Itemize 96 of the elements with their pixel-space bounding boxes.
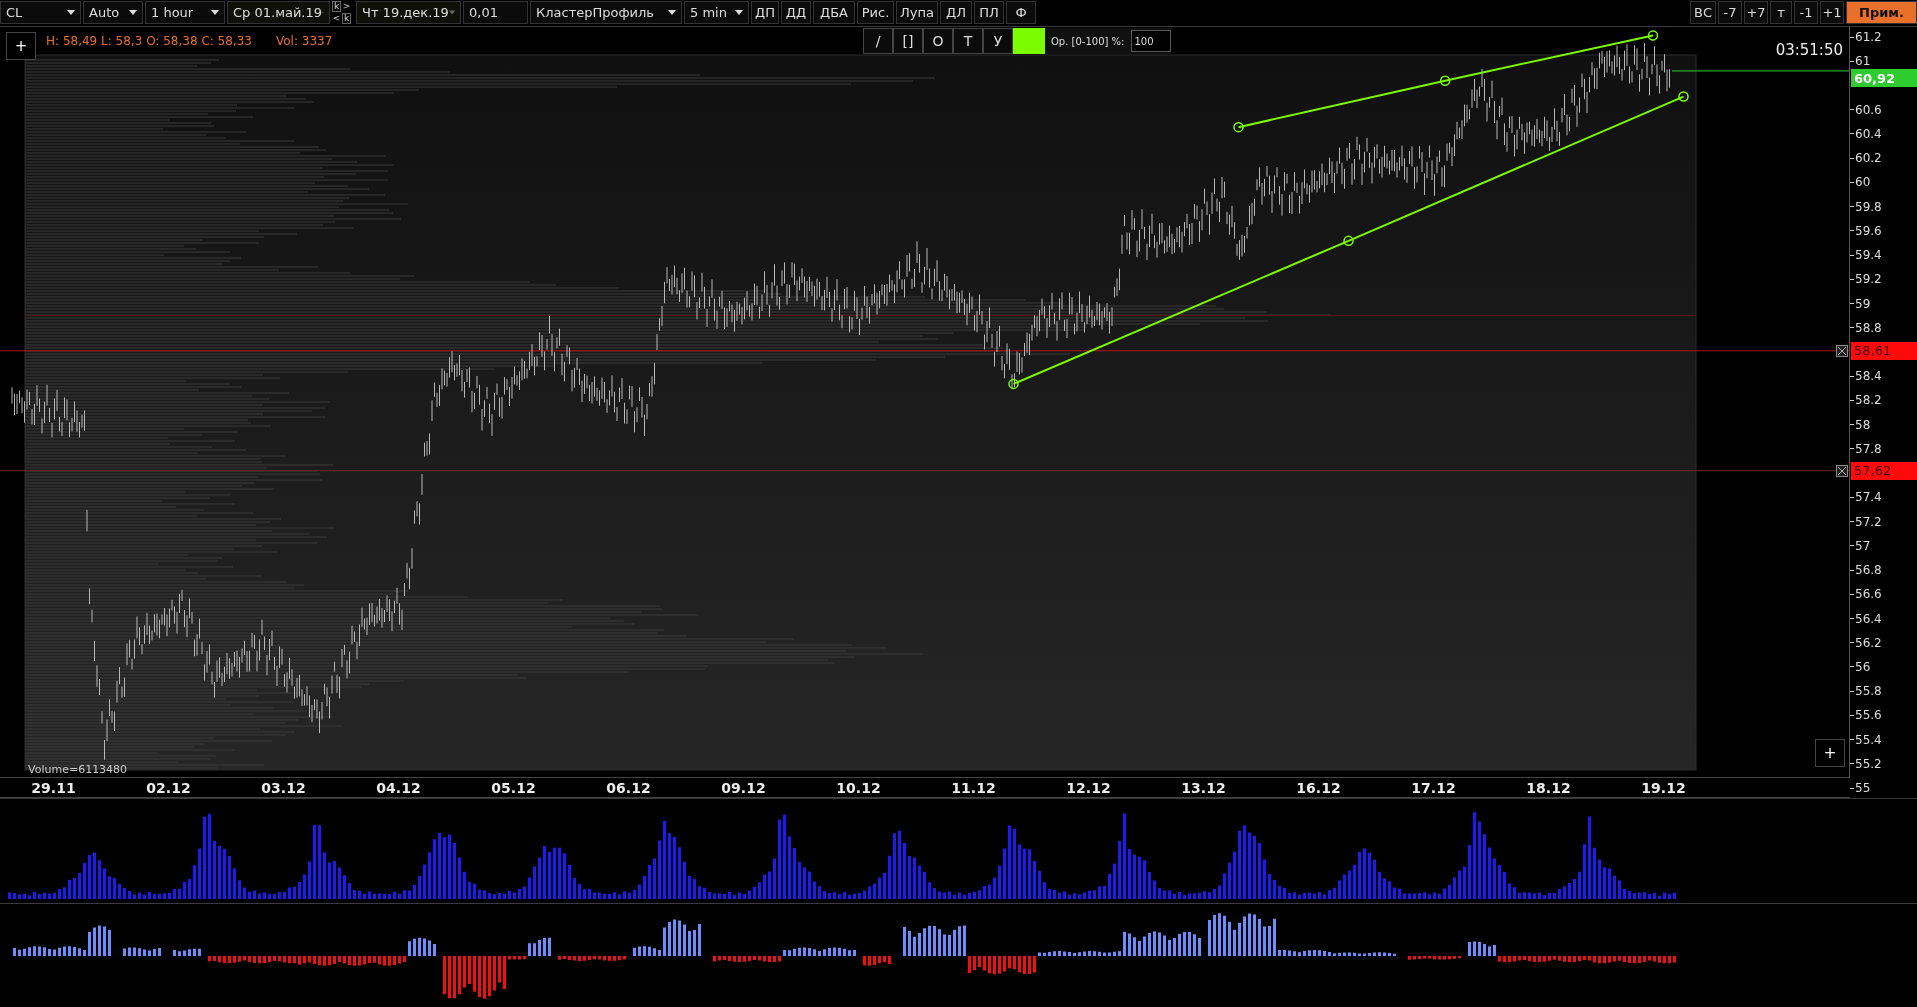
prev-arrow[interactable]: < [332,13,341,23]
price-tick: 59.6 [1855,223,1882,238]
price-tick: 55.2 [1855,756,1882,771]
price-tick: 58 [1855,417,1871,432]
price-tick: 61.2 [1855,30,1882,44]
drawing-tool[interactable]: O [923,28,953,54]
price-tick: 59.4 [1855,248,1882,263]
line-color-swatch[interactable] [1013,28,1045,54]
date-label: 16.12 [1295,779,1342,796]
close-icon[interactable] [1836,464,1848,477]
date-label: 29.11 [30,779,77,796]
price-tick: 56.2 [1855,635,1882,650]
date-picker[interactable]: Ср 01.май.19 [227,1,330,24]
zoom-button[interactable]: + [1815,739,1845,767]
date-label: 05.12 [490,779,537,796]
price-tick: 59.8 [1855,199,1882,214]
price-tick: 56.6 [1855,587,1882,602]
ohlc-readout: H: 58,49 L: 58,3 O: 58,38 C: 58,33 [46,34,252,48]
next-arrow[interactable]: > [342,2,351,12]
price-tick: 56 [1855,659,1871,674]
dropdown[interactable]: 1 hour [145,1,225,24]
toolbar-button[interactable]: ДП [751,1,779,24]
toolbar-button[interactable]: +7 [1744,1,1768,24]
dropdown[interactable]: КластерПрофиль [530,1,682,24]
date-label: 12.12 [1065,779,1112,796]
caret-icon [211,10,219,15]
dropdown[interactable]: 5 min [684,1,749,24]
drawing-tool[interactable]: [] [893,28,923,54]
date-label: 18.12 [1525,779,1572,796]
price-tick: 60 [1855,175,1871,190]
price-tick: 56.8 [1855,563,1882,578]
date-label: 11.12 [950,779,997,796]
price-tick: 60.2 [1855,151,1882,166]
dropdown[interactable]: Auto [83,1,143,24]
drawing-tool[interactable]: У [983,28,1013,54]
volume-total: Volume=6113480 [28,763,128,776]
caret-icon [448,10,455,15]
price-tick: 57.2 [1855,514,1882,529]
date-label: 19.12 [1640,779,1687,796]
step-key[interactable]: k [341,12,352,24]
price-tick: 57.4 [1855,490,1882,505]
date-label: 02.12 [145,779,192,796]
date-label: 03.12 [260,779,307,796]
toolbar-button[interactable]: ДЛ [940,1,972,24]
drawing-tool[interactable]: / [863,28,893,54]
step-key[interactable]: k [331,1,342,13]
toolbar-button[interactable]: -1 [1794,1,1818,24]
toolbar-button[interactable]: Ф [1006,1,1036,24]
date-label: 06.12 [605,779,652,796]
price-tick: 55 [1855,781,1871,796]
price-tick: 55.6 [1855,708,1882,723]
price-marker: 57,62 [1851,461,1917,480]
price-tick: 59.2 [1855,272,1882,287]
step-field[interactable]: 0,01 [463,1,528,24]
toolbar-button[interactable]: Прим. [1846,1,1917,24]
caret-icon [129,10,137,15]
close-icon[interactable] [1836,344,1848,357]
price-tick: 57 [1855,538,1871,553]
price-tick: 55.8 [1855,684,1882,699]
price-tick: 58.4 [1855,369,1882,384]
toolbar-button[interactable]: ВС [1690,1,1716,24]
caret-icon [735,10,743,15]
price-tick: 60.4 [1855,126,1882,141]
volume-readout: Vol: 3337 [276,34,333,48]
toolbar-button[interactable]: Рис. [857,1,894,24]
date-label: 17.12 [1410,779,1457,796]
date-label: 09.12 [720,779,767,796]
caret-icon [67,10,75,15]
price-tick: 59 [1855,296,1871,311]
opacity-label: Ор. [0-100] %: [1050,34,1126,49]
price-tick: 58.8 [1855,320,1882,335]
price-tick: 61 [1855,54,1871,69]
date-label: 13.12 [1180,779,1227,796]
drawing-tool[interactable]: Т [953,28,983,54]
time-label: 03:51:50 [1775,41,1843,59]
date-picker[interactable]: Чт 19.дек.19 [356,1,461,24]
add-button[interactable]: + [6,32,36,60]
toolbar-button[interactable]: ДБА [813,1,855,24]
toolbar-button[interactable]: +1 [1820,1,1844,24]
toolbar-button[interactable]: ПЛ [974,1,1004,24]
price-tick: 56.4 [1855,611,1882,626]
price-marker: 60,92 [1851,69,1917,87]
toolbar-button[interactable]: Лупа [896,1,938,24]
toolbar-button[interactable]: -7 [1718,1,1742,24]
toolbar-button[interactable]: т [1770,1,1792,24]
price-tick: 60.6 [1855,102,1882,117]
date-label: 10.12 [835,779,882,796]
toolbar-button[interactable]: ДД [781,1,811,24]
price-tick: 55.4 [1855,732,1882,747]
price-tick: 58.2 [1855,393,1882,408]
dropdown[interactable]: CL [0,1,81,24]
date-label: 04.12 [375,779,422,796]
price-tick: 57.8 [1855,441,1882,456]
opacity-field[interactable]: 100 [1130,30,1171,52]
price-marker: 58,61 [1851,341,1917,360]
caret-icon [668,10,676,15]
